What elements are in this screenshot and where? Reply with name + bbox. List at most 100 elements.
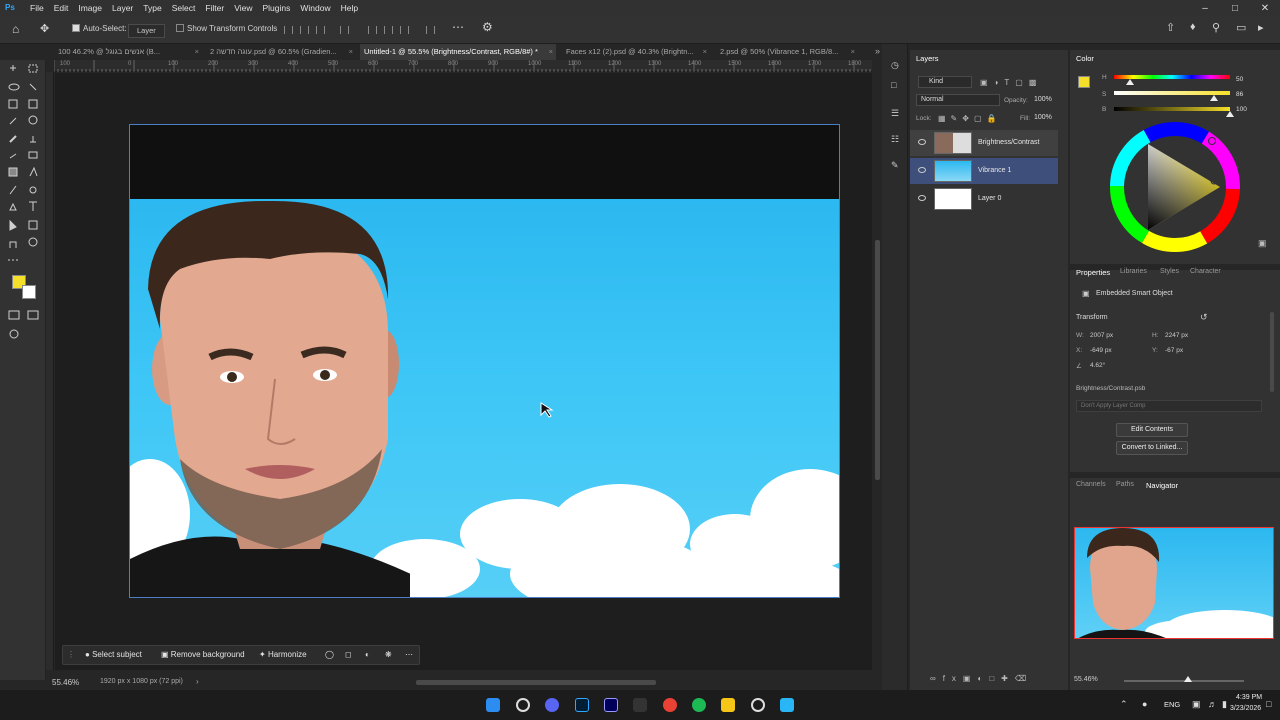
adjustment-icon[interactable]: ◐ [365, 650, 370, 659]
x-value[interactable]: -649 px [1090, 347, 1112, 354]
menu-type[interactable]: Type [138, 3, 166, 13]
spotify-icon[interactable] [692, 698, 706, 712]
blur-tool-icon[interactable] [29, 166, 38, 177]
brushes-icon[interactable]: ✎ [891, 160, 899, 171]
tab-close-icon[interactable]: × [195, 44, 199, 60]
tab-document-4[interactable]: Faces x12 (2).psd @ 40.3% (Brightn... × [562, 44, 710, 60]
tab-document-1[interactable]: 100 אנשים בגוגל @ 46.2% (B... × [54, 44, 202, 60]
menu-help[interactable]: Help [336, 3, 363, 13]
auto-select-checkbox[interactable]: Auto-Select: [72, 24, 127, 33]
menu-image[interactable]: Image [73, 3, 107, 13]
menu-edit[interactable]: Edit [49, 3, 74, 13]
notification-bell-icon[interactable]: ♦ [1190, 21, 1196, 33]
tab-styles[interactable]: Styles [1160, 268, 1179, 275]
layer-filter-icons[interactable]: ▣◑T▢▩ [980, 78, 1054, 88]
healing-brush-icon[interactable] [28, 115, 38, 125]
eyedropper-icon[interactable] [9, 117, 17, 125]
tab-libraries[interactable]: Libraries [1120, 268, 1147, 275]
navigator-zoom-value[interactable]: 55.46% [1074, 676, 1098, 683]
lock-icons[interactable]: ▦✎✥▢🔒 [938, 114, 1001, 123]
remove-background-button[interactable]: ▣ Remove background [161, 650, 245, 659]
comments-icon[interactable]: □ [891, 80, 896, 90]
tab-document-5[interactable]: 2.psd @ 50% (Vibrance 1, RGB/8... × [716, 44, 858, 60]
gradient-tool-icon[interactable] [8, 167, 18, 177]
crop-tool-icon[interactable] [8, 99, 18, 109]
fill-value[interactable]: 100% [1034, 114, 1052, 121]
edit-contents-button[interactable]: Edit Contents [1116, 423, 1188, 437]
zoom-tool-icon[interactable] [28, 237, 38, 247]
align-center-icon[interactable] [300, 26, 309, 34]
windows-start-icon[interactable] [486, 698, 500, 712]
home-icon[interactable]: ⌂ [12, 22, 19, 36]
menu-filter[interactable]: Filter [200, 3, 229, 13]
adjustments-icon[interactable]: ☷ [891, 134, 899, 145]
slider-handle[interactable] [1184, 676, 1192, 682]
pen-tool-icon[interactable] [9, 202, 17, 211]
tab-document-2[interactable]: 2 עוגה חדשה.psd @ 60.5% (Gradien... × [206, 44, 356, 60]
path-selection-icon[interactable] [9, 219, 17, 231]
navigator-preview[interactable] [1074, 527, 1274, 639]
generate-icon[interactable]: ❋ [385, 650, 392, 659]
tab-channels[interactable]: Channels [1076, 481, 1106, 488]
layer-filter-dropdown[interactable]: Kind [918, 76, 972, 88]
workspace-icon[interactable]: ▭ [1236, 21, 1246, 34]
expand-icon[interactable]: ▣ [1258, 238, 1267, 249]
hand-tool-icon[interactable] [9, 241, 17, 248]
drag-handle-icon[interactable]: ⋮ [67, 650, 75, 659]
scrollbar-thumb[interactable] [875, 240, 880, 480]
menu-window[interactable]: Window [295, 3, 335, 13]
layer-row-brightness-contrast[interactable]: Brightness/Contrast [910, 130, 1058, 156]
move-tool-icon[interactable]: ✥ [40, 22, 49, 35]
screen-mode-icon[interactable] [27, 310, 39, 320]
slider-handle[interactable] [1226, 111, 1234, 117]
navigator-zoom-slider[interactable] [1124, 676, 1244, 682]
blend-mode-dropdown[interactable]: Normal [916, 94, 1000, 106]
color-panel-title[interactable]: Color [1076, 54, 1094, 63]
more-options-icon[interactable]: ⋯ [405, 650, 413, 659]
menu-view[interactable]: View [229, 3, 257, 13]
color-wheel[interactable] [1108, 120, 1242, 254]
visibility-eye-icon[interactable] [918, 195, 926, 201]
angle-value[interactable]: 4.62° [1090, 362, 1105, 369]
hue-value[interactable]: 50 [1236, 76, 1243, 83]
tab-properties[interactable]: Properties [1076, 268, 1110, 277]
more-options-icon[interactable]: ⋯ [452, 20, 464, 34]
search-icon[interactable]: ⚲ [1212, 21, 1220, 34]
align-bottom-icon[interactable] [400, 26, 409, 34]
brush-tool-icon[interactable] [9, 135, 17, 143]
tab-close-icon[interactable]: × [851, 44, 855, 60]
brightness-value[interactable]: 100 [1236, 106, 1247, 113]
tab-navigator[interactable]: Navigator [1146, 481, 1178, 490]
premiere-icon[interactable] [604, 698, 618, 712]
epic-games-icon[interactable] [633, 698, 647, 712]
auto-select-target-dropdown[interactable]: Layer [128, 24, 165, 38]
horizontal-scrollbar[interactable] [416, 680, 656, 685]
settings-icon[interactable] [751, 698, 765, 712]
clock-time[interactable]: 4:39 PM [1236, 694, 1262, 701]
width-value[interactable]: 2007 px [1090, 332, 1113, 339]
height-value[interactable]: 2247 px [1165, 332, 1188, 339]
document-canvas[interactable] [129, 124, 840, 598]
workspace-dropdown-icon[interactable]: ▸ [1258, 21, 1264, 34]
align-middle-icon[interactable] [384, 26, 393, 34]
show-transform-checkbox[interactable]: Show Transform Controls [176, 24, 277, 33]
tab-close-icon[interactable]: × [703, 44, 707, 60]
foreground-color-swatch[interactable] [1078, 76, 1090, 88]
burn-tool-icon[interactable] [29, 186, 37, 194]
quick-mask-icon[interactable] [8, 310, 20, 320]
opacity-value[interactable]: 100% [1034, 96, 1052, 103]
battery-icon[interactable]: ▮ [1222, 699, 1227, 710]
layers-panel-title[interactable]: Layers [916, 54, 939, 63]
eraser-tool-icon[interactable] [28, 151, 38, 159]
properties-scrollbar[interactable] [1270, 312, 1274, 392]
move-tool-icon[interactable] [10, 65, 16, 71]
select-subject-button[interactable]: ● Select subject [85, 650, 142, 659]
mask-icon[interactable]: ◯ [325, 650, 334, 659]
layer-row-vibrance[interactable]: Vibrance 1 [910, 158, 1058, 184]
search-icon[interactable] [516, 698, 530, 712]
libraries-icon[interactable]: ☰ [891, 108, 899, 119]
volume-icon[interactable]: ♬ [1208, 699, 1217, 709]
distribute-icon[interactable] [340, 26, 349, 34]
align-left-icon[interactable] [284, 26, 293, 34]
saturation-value[interactable]: 86 [1236, 91, 1243, 98]
